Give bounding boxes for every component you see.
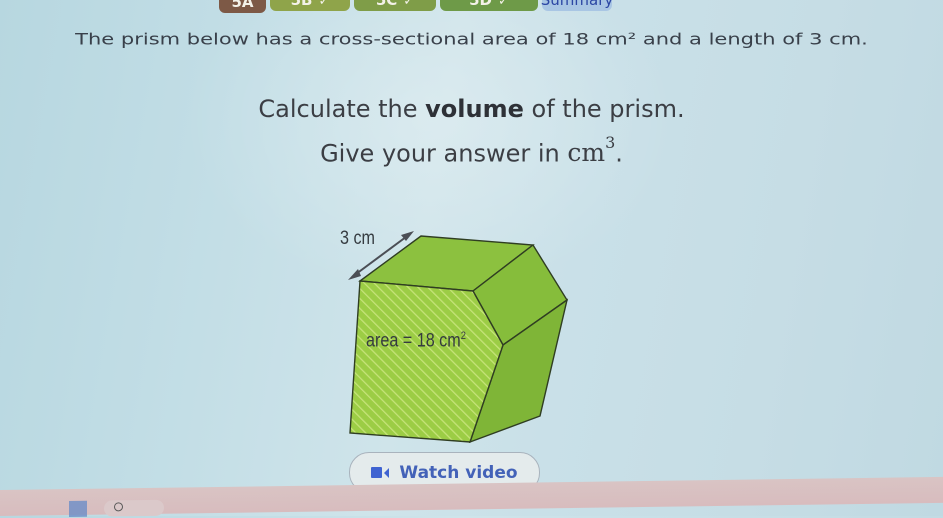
tab-label: 5C	[375, 0, 398, 9]
tab-label: 5A	[231, 0, 254, 11]
search-icon	[114, 502, 123, 512]
question-text-part: of the prism.	[523, 95, 685, 123]
question-text-part: Calculate the	[258, 95, 426, 123]
section-tabs: 5A 5B ✓ 5C ✓ 5D ✓ Summary	[219, 0, 614, 13]
tab-summary[interactable]: Summary	[540, 0, 614, 11]
question-intro: The prism below has a cross-sectional ar…	[75, 29, 868, 49]
taskbar	[0, 476, 943, 518]
check-icon: ✓	[318, 0, 330, 9]
windows-start-icon[interactable]	[69, 500, 87, 518]
unit-power: 3	[605, 133, 616, 152]
area-label: area = 18 cm2	[366, 330, 466, 352]
taskbar-search[interactable]	[104, 499, 164, 517]
length-label: 3 cm	[340, 228, 376, 249]
unit-base: cm	[567, 138, 606, 168]
tab-5a[interactable]: 5A	[219, 0, 266, 13]
question-line-1: Calculate the volume of the prism.	[0, 93, 943, 125]
question-text-part: .	[615, 139, 623, 168]
area-text: area = 18 cm	[366, 330, 461, 352]
area-power: 2	[460, 330, 466, 342]
check-icon: ✓	[497, 0, 509, 9]
check-icon: ✓	[403, 0, 415, 9]
tab-5b[interactable]: 5B ✓	[270, 0, 350, 11]
question-line-2: Give your answer in cm3.	[0, 131, 943, 169]
answer-unit: cm3	[567, 133, 615, 168]
tab-5c[interactable]: 5C ✓	[354, 0, 436, 11]
tab-label: 5B	[290, 0, 313, 9]
question-text-part: Give your answer in	[320, 139, 568, 168]
watch-video-label: Watch video	[399, 462, 518, 483]
video-camera-icon	[371, 467, 390, 478]
prism-diagram: 3 cm area = 18 cm2	[330, 220, 580, 450]
emphasis-volume: volume	[425, 95, 524, 123]
tab-5d[interactable]: 5D ✓	[440, 0, 538, 11]
tab-label: Summary	[540, 0, 614, 9]
question-text: Calculate the volume of the prism. Give …	[0, 93, 943, 169]
tab-label: 5D	[469, 0, 492, 9]
